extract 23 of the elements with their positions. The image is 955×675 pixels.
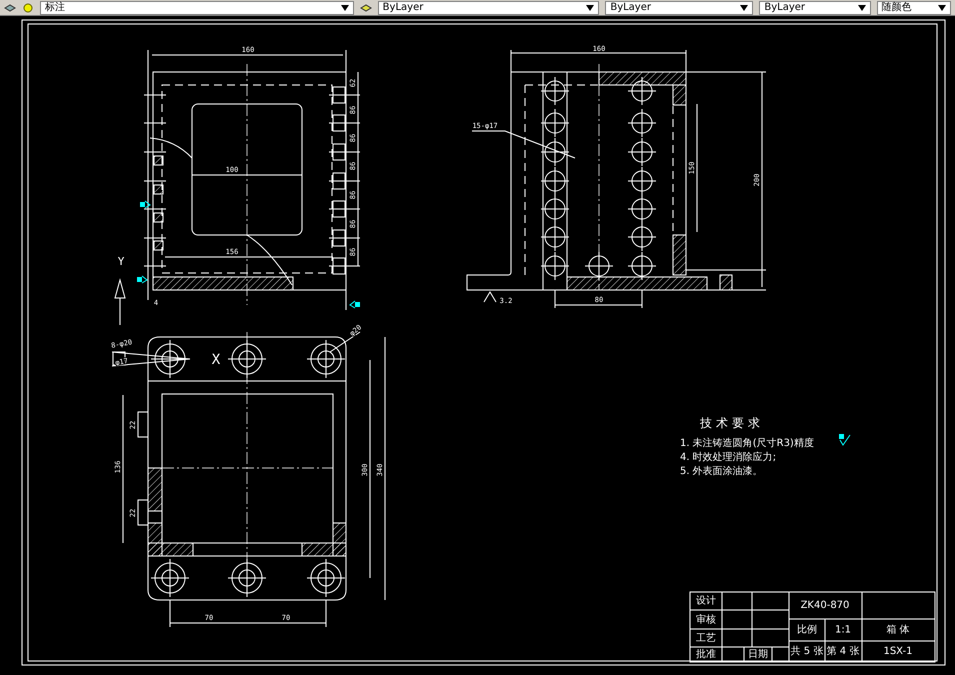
title-block-text: 箱 体 <box>886 624 910 636</box>
title-block-text: ZK40-870 <box>800 600 850 611</box>
axis-marker: X <box>212 352 220 368</box>
requirement-text: 5. 外表面涂油漆。 <box>680 466 763 477</box>
requirement-text: 4. 时效处理消除应力; <box>680 452 776 463</box>
title-block-text: 比例 <box>797 624 817 636</box>
toolbar-dropdown[interactable]: ByLayer <box>378 0 600 14</box>
axis-label: Y <box>118 255 124 268</box>
requirements-title: 技术要求 <box>700 416 764 430</box>
title-block-text: 批准 <box>696 649 716 660</box>
toolbar-dropdown[interactable]: 标注 <box>40 0 354 14</box>
toolbar-dropdown[interactable]: ByLayer <box>759 0 871 14</box>
title-block-text: 1SX-1 <box>883 646 913 657</box>
title-block-text: 共 5 张 <box>790 646 824 657</box>
title-block-text: 第 4 张 <box>826 646 860 657</box>
title-block-text: 工艺 <box>696 633 716 644</box>
title-block-text: 1:1 <box>834 624 852 636</box>
toolbar-dropdown[interactable]: ByLayer <box>605 0 754 14</box>
title-block-text: 设计 <box>696 596 716 606</box>
title-block-text: 日期 <box>748 649 768 660</box>
toolbar-dropdown[interactable]: 随颜色 <box>876 0 951 14</box>
title-block-text: 审核 <box>696 614 716 626</box>
requirement-text: 1. 未注铸造圆角(尺寸R3)精度 <box>680 438 814 449</box>
